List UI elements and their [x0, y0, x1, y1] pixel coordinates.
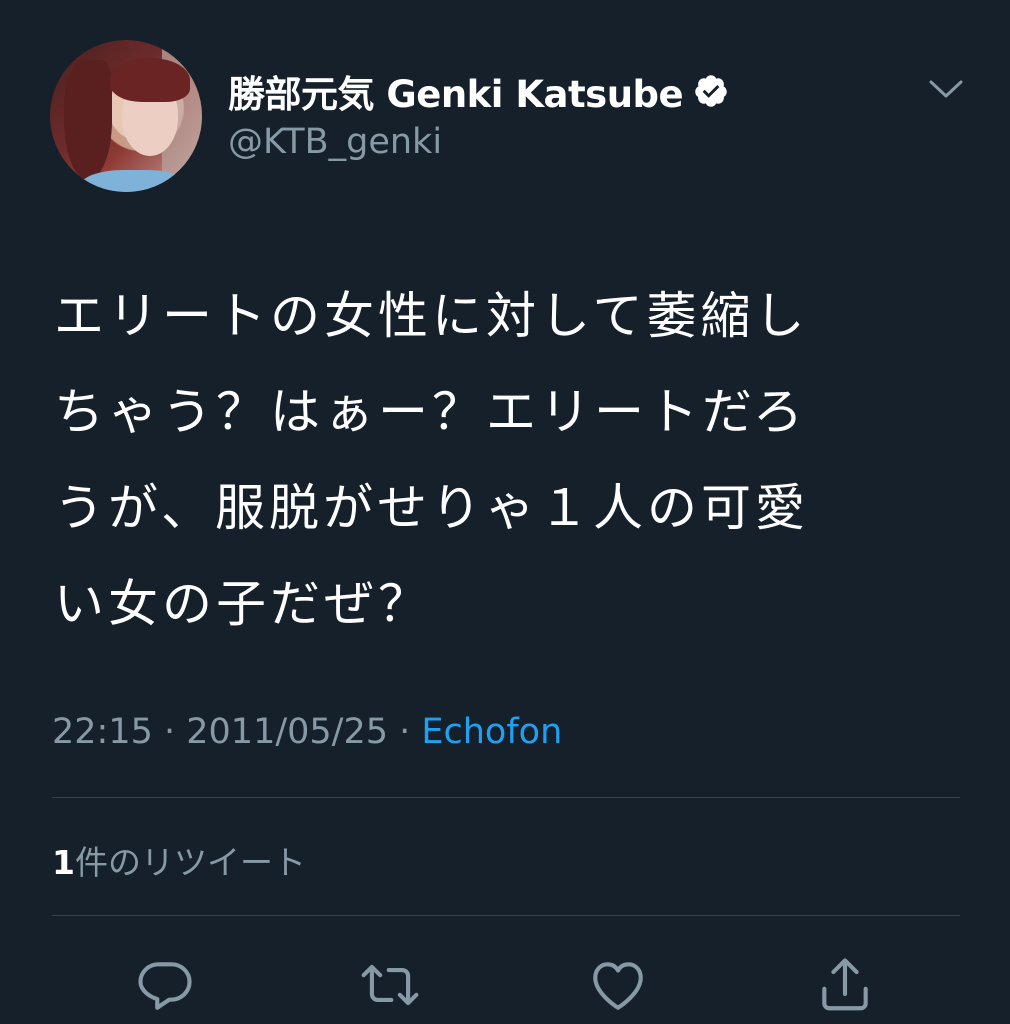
tweet-text-line: ちゃう？はぁー？エリートだろ [54, 383, 807, 441]
tweet-meta: 22:15 · 2011/05/25 · Echofon [52, 712, 562, 752]
user-handle[interactable]: @KTB_genki [228, 122, 442, 162]
tweet-text-line: い女の子だぜ？ [54, 575, 432, 633]
meta-separator: · [152, 712, 187, 752]
meta-separator: · [388, 712, 422, 752]
avatar-fringe [110, 58, 190, 102]
tweet-text-line: うが、服脱がせりゃ１人の可愛 [54, 479, 809, 537]
like-button[interactable] [583, 950, 653, 1020]
tweet-detail: 勝部元気 Genki Katsube @KTB_genki エリートの女性に対し… [0, 0, 1010, 1024]
reply-icon [138, 962, 192, 1010]
retweet-count: 1 [52, 843, 75, 882]
divider [52, 797, 960, 798]
retweet-count-link[interactable]: 1件のリツイート [52, 836, 306, 884]
tweet-source-link[interactable]: Echofon [421, 712, 562, 752]
retweet-icon [361, 964, 419, 1006]
avatar-shirt [80, 170, 190, 192]
reply-button[interactable] [130, 950, 200, 1020]
chevron-down-icon[interactable] [928, 76, 964, 102]
avatar-hair [64, 60, 112, 180]
tweet-time: 22:15 [52, 712, 153, 752]
action-bar [0, 950, 1010, 1024]
avatar[interactable] [50, 40, 202, 192]
tweet-text-line: エリートの女性に対して萎縮し [54, 287, 809, 345]
verified-badge-icon [693, 73, 729, 109]
share-icon [822, 958, 868, 1011]
share-button[interactable] [810, 950, 880, 1020]
retweet-label: 件のリツイート [74, 843, 306, 882]
retweet-button[interactable] [355, 950, 425, 1020]
tweet-date: 2011/05/25 [186, 712, 388, 752]
display-name[interactable]: 勝部元気 Genki Katsube [228, 64, 684, 118]
divider [52, 915, 960, 916]
display-name-row[interactable]: 勝部元気 Genki Katsube [228, 64, 729, 118]
heart-icon [593, 962, 643, 1010]
tweet-text: エリートの女性に対して萎縮し ちゃう？はぁー？エリートだろ うが、服脱がせりゃ１… [54, 268, 934, 652]
